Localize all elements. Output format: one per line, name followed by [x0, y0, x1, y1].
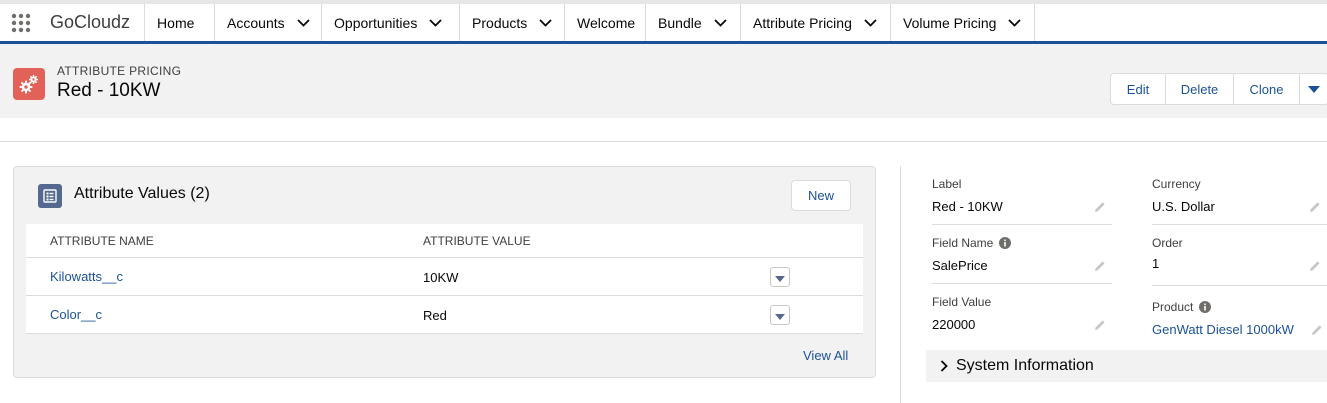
nav-item-label: Opportunities [334, 14, 418, 31]
new-button[interactable]: New [791, 180, 851, 211]
field-label-text: Field Name [932, 236, 1012, 250]
field-order: Order 1 [1152, 226, 1327, 286]
field-field-name: Field Name SalePrice [932, 226, 1112, 284]
nav-item-label: Home [157, 14, 195, 31]
row-actions-button[interactable] [770, 267, 790, 287]
chevron-down-icon[interactable] [297, 18, 310, 27]
nav-item-accounts[interactable]: Accounts [215, 4, 323, 41]
nav-item-opportunities[interactable]: Opportunities [322, 4, 461, 41]
clone-button[interactable]: Clone [1234, 74, 1300, 104]
field-field-value: Field Value 220000 [932, 285, 1112, 343]
field-value: 1 [1152, 256, 1160, 271]
field-label-text: Field Name [932, 236, 994, 250]
edit-button[interactable]: Edit [1111, 74, 1166, 104]
field-label-text: Label [932, 177, 962, 191]
field-label-text: Product [1152, 300, 1212, 314]
field-value: U.S. Dollar [1152, 199, 1215, 214]
nav-items: Home Accounts Opportunities Products Wel… [145, 4, 1036, 41]
more-actions-button[interactable] [1300, 74, 1327, 104]
column-header-attribute-value: ATTRIBUTE VALUE [423, 234, 531, 248]
field-label-text: Order [1152, 236, 1183, 250]
record-header: ATTRIBUTE PRICING Red - 10KW Edit Delete… [0, 44, 1327, 118]
caret-down-icon [775, 308, 785, 323]
header-divider [0, 118, 1327, 142]
attribute-value: Red [423, 308, 447, 323]
row-actions-button[interactable] [770, 305, 790, 325]
pencil-icon[interactable] [1094, 260, 1106, 275]
nav-item-welcome[interactable]: Welcome [565, 4, 647, 41]
system-information-section[interactable]: System Information [926, 350, 1327, 382]
table-header: ATTRIBUTE NAME ATTRIBUTE VALUE [26, 224, 863, 258]
related-list-attribute-values: Attribute Values (2) New ATTRIBUTE NAME … [13, 166, 876, 378]
field-label: Label Red - 10KW [932, 167, 1112, 225]
page-title: Red - 10KW [57, 80, 161, 101]
attribute-values-table: ATTRIBUTE NAME ATTRIBUTE VALUE Kilowatts… [26, 224, 863, 334]
nav-item-products[interactable]: Products [460, 4, 566, 41]
nav-item-volume-pricing[interactable]: Volume Pricing [891, 4, 1036, 41]
field-label-text: Currency [1152, 177, 1201, 191]
panel-divider [900, 166, 901, 403]
column-header-attribute-name: ATTRIBUTE NAME [50, 234, 154, 248]
attribute-name-link[interactable]: Kilowatts__c [50, 269, 123, 284]
field-value: 220000 [932, 317, 976, 332]
field-label-text: Product [1152, 300, 1194, 314]
info-icon[interactable] [1199, 301, 1212, 313]
top-navigation-bar: GoCloudz Home Accounts Opportunities Pro… [0, 0, 1327, 44]
nav-item-label: Welcome [577, 14, 636, 31]
nav-item-home[interactable]: Home [145, 4, 216, 41]
delete-button[interactable]: Delete [1166, 74, 1234, 104]
chevron-down-icon[interactable] [429, 18, 442, 27]
pencil-icon[interactable] [1094, 201, 1106, 216]
attribute-name-link[interactable]: Color__c [50, 307, 102, 322]
view-all-link[interactable]: View All [803, 348, 848, 363]
chevron-down-icon[interactable] [864, 18, 877, 27]
app-launcher-icon[interactable] [0, 4, 42, 41]
pencil-icon[interactable] [1309, 260, 1321, 275]
list-icon [38, 184, 62, 208]
nav-item-bundle[interactable]: Bundle [646, 4, 742, 41]
field-value: SalePrice [932, 258, 988, 273]
caret-down-icon [1308, 82, 1320, 97]
attribute-value: 10KW [423, 270, 459, 285]
field-value: Red - 10KW [932, 199, 1003, 214]
nav-item-label: Volume Pricing [903, 14, 997, 31]
chevron-down-icon[interactable] [539, 18, 552, 27]
field-product: Product GenWatt Diesel 1000kW [1152, 290, 1327, 348]
field-currency: Currency U.S. Dollar [1152, 167, 1327, 225]
table-row: Color__c Red [26, 296, 863, 334]
section-title: System Information [956, 357, 1094, 374]
card-title[interactable]: Attribute Values (2) [74, 185, 210, 203]
nav-item-attribute-pricing[interactable]: Attribute Pricing [741, 4, 892, 41]
nav-item-label: Bundle [658, 14, 702, 31]
app-name: GoCloudz [42, 4, 146, 41]
nav-item-label: Accounts [227, 14, 285, 31]
nav-item-label: Products [472, 14, 528, 31]
field-label-text: Field Value [932, 295, 992, 309]
product-link[interactable]: GenWatt Diesel 1000kW [1152, 322, 1294, 337]
chevron-down-icon[interactable] [1008, 18, 1022, 27]
nav-item-label: Attribute Pricing [753, 14, 852, 31]
gears-icon [13, 68, 45, 100]
pencil-icon[interactable] [1094, 319, 1106, 334]
pencil-icon[interactable] [1309, 201, 1321, 216]
chevron-right-icon [940, 360, 948, 372]
table-row: Kilowatts__c 10KW [26, 258, 863, 296]
record-action-buttons: Edit Delete Clone [1110, 73, 1327, 105]
chevron-down-icon[interactable] [714, 18, 727, 27]
record-object-type: ATTRIBUTE PRICING [57, 64, 182, 78]
info-icon[interactable] [999, 237, 1012, 249]
pencil-icon[interactable] [1311, 324, 1323, 339]
caret-down-icon [775, 270, 785, 285]
